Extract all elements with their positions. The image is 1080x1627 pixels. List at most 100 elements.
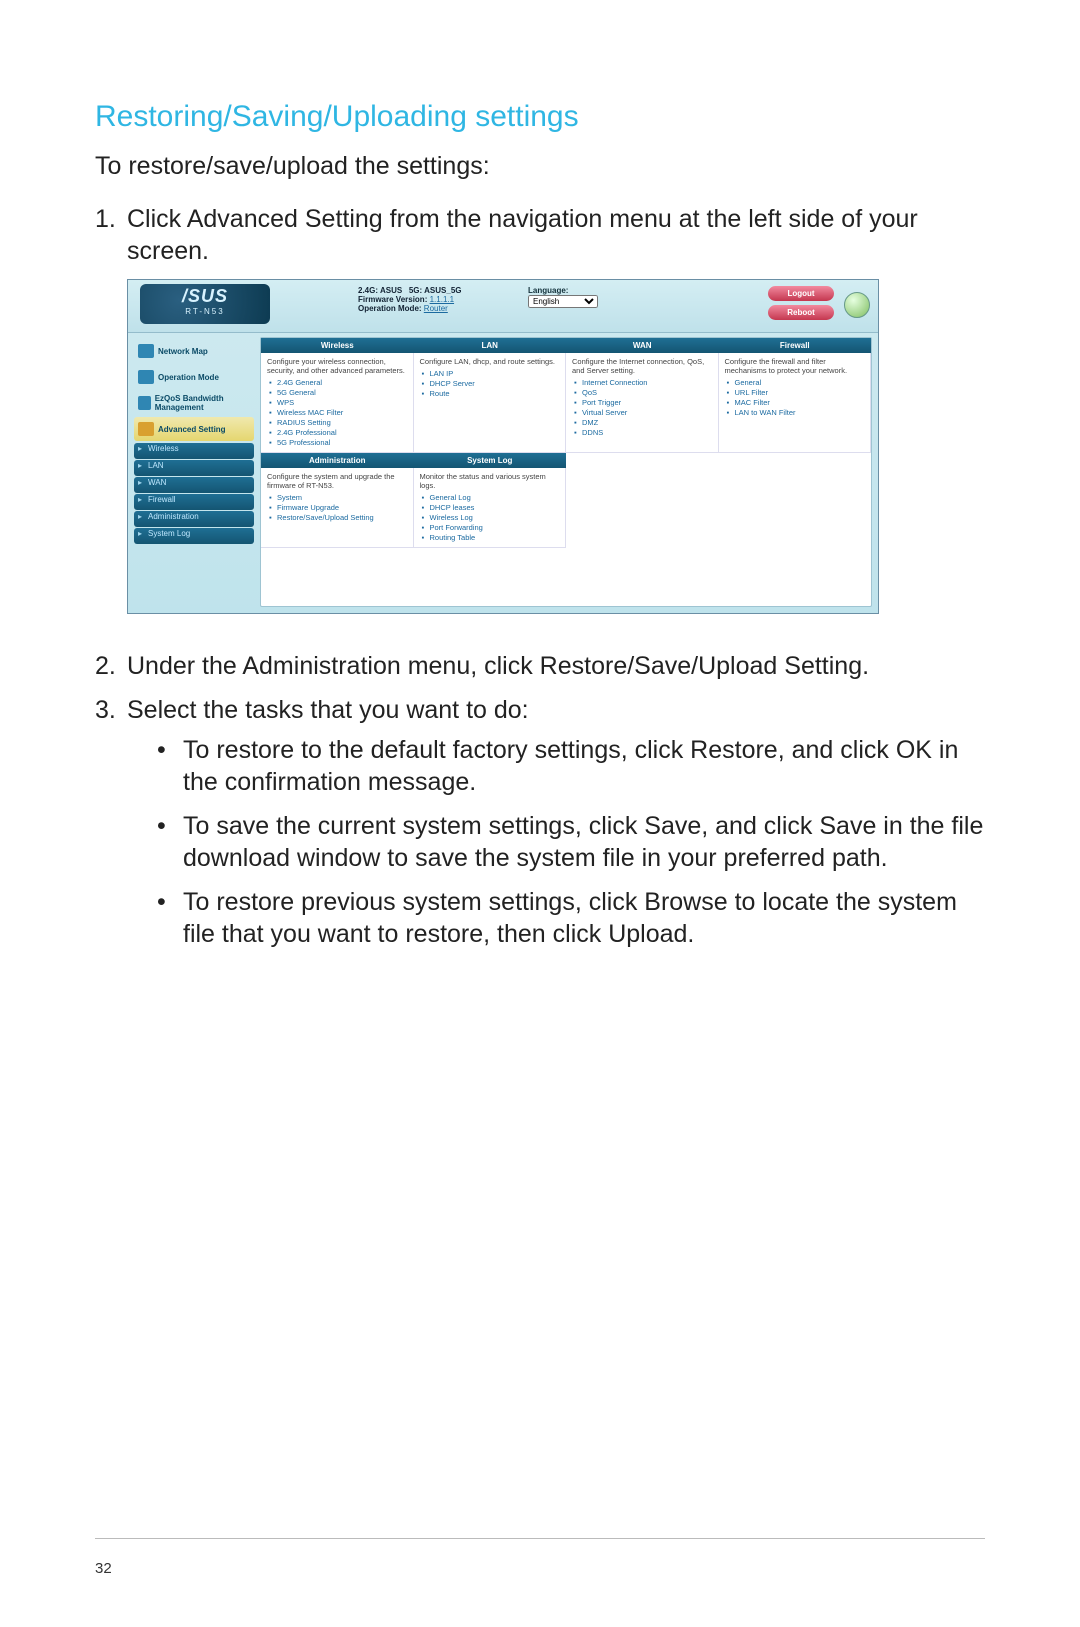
hdr-5g-val: ASUS_5G: [424, 286, 461, 295]
link-item[interactable]: Port Forwarding: [430, 523, 560, 532]
col-admin-head: Administration: [261, 453, 414, 468]
bullet-dot: •: [157, 734, 183, 798]
col-desc: Configure your wireless connection, secu…: [267, 357, 407, 375]
step-number: 3.: [95, 694, 127, 962]
fw-label: Firmware Version:: [358, 295, 427, 304]
link-item[interactable]: Routing Table: [430, 533, 560, 542]
col-syslog-head: System Log: [414, 453, 567, 468]
step-number: 2.: [95, 650, 127, 682]
router-nav: Network Map Operation Mode EzQoS Bandwid…: [128, 333, 260, 613]
col-firewall: Configure the firewall and filter mechan…: [719, 353, 872, 453]
col-wan: Configure the Internet connection, QoS, …: [566, 353, 719, 453]
hdr-5g-label: 5G:: [409, 286, 422, 295]
link-item[interactable]: Virtual Server: [582, 408, 712, 417]
link-item[interactable]: Wireless MAC Filter: [277, 408, 407, 417]
col-syslog: Monitor the status and various system lo…: [414, 468, 567, 548]
nav-label: Network Map: [158, 347, 208, 356]
hdr-24g-val: ASUS: [380, 286, 402, 295]
step-2: Under the Administration menu, click Res…: [127, 650, 985, 682]
link-item[interactable]: General: [735, 378, 865, 387]
lang-label: Language:: [528, 286, 598, 295]
hdr-24g-label: 2.4G:: [358, 286, 378, 295]
link-item[interactable]: 2.4G General: [277, 378, 407, 387]
subnav-firewall[interactable]: Firewall: [134, 494, 254, 510]
nav-network-map[interactable]: Network Map: [134, 339, 254, 363]
col-desc: Configure LAN, dhcp, and route settings.: [420, 357, 560, 366]
brand-text: /SUS: [140, 284, 270, 307]
subnav-wireless[interactable]: Wireless: [134, 443, 254, 459]
step-1: Click Advanced Setting from the navigati…: [127, 203, 985, 267]
col-wan-head: WAN: [566, 338, 719, 353]
nav-label: Advanced Setting: [158, 425, 226, 434]
link-item[interactable]: System: [277, 493, 407, 502]
link-item[interactable]: DMZ: [582, 418, 712, 427]
link-item[interactable]: QoS: [582, 388, 712, 397]
step-3-text: Select the tasks that you want to do:: [127, 696, 529, 724]
link-item[interactable]: Firmware Upgrade: [277, 503, 407, 512]
bullet-dot: •: [157, 886, 183, 950]
qos-icon: [138, 396, 151, 410]
link-item[interactable]: Wireless Log: [430, 513, 560, 522]
subnav-system-log[interactable]: System Log: [134, 528, 254, 544]
link-item[interactable]: Restore/Save/Upload Setting: [277, 513, 407, 522]
footer-rule: [95, 1538, 985, 1539]
link-item[interactable]: RADIUS Setting: [277, 418, 407, 427]
link-item[interactable]: DHCP leases: [430, 503, 560, 512]
col-lan: Configure LAN, dhcp, and route settings.…: [414, 353, 567, 453]
col-desc: Configure the Internet connection, QoS, …: [572, 357, 712, 375]
subnav-administration[interactable]: Administration: [134, 511, 254, 527]
fw-link[interactable]: 1.1.1.1: [430, 295, 454, 304]
link-item[interactable]: Internet Connection: [582, 378, 712, 387]
router-screenshot: /SUS RT-N53 2.4G: ASUS 5G: ASUS_5G Firmw…: [127, 279, 879, 614]
reboot-button[interactable]: Reboot: [768, 305, 834, 320]
logout-button[interactable]: Logout: [768, 286, 834, 301]
link-item[interactable]: LAN IP: [430, 369, 560, 378]
link-item[interactable]: General Log: [430, 493, 560, 502]
mode-icon: [138, 370, 154, 384]
nav-advanced-setting[interactable]: Advanced Setting: [134, 417, 254, 441]
link-item[interactable]: 2.4G Professional: [277, 428, 407, 437]
col-admin: Configure the system and upgrade the fir…: [261, 468, 414, 548]
col-desc: Monitor the status and various system lo…: [420, 472, 560, 490]
subnav-wan[interactable]: WAN: [134, 477, 254, 493]
link-item[interactable]: 5G General: [277, 388, 407, 397]
bullet-b: To save the current system settings, cli…: [183, 810, 985, 874]
col-desc: Configure the firewall and filter mechan…: [725, 357, 865, 375]
model-text: RT-N53: [140, 307, 270, 316]
router-logo: /SUS RT-N53: [140, 284, 270, 324]
op-link[interactable]: Router: [424, 304, 448, 313]
nav-ezqos[interactable]: EzQoS Bandwidth Management: [134, 391, 254, 415]
nav-label: Operation Mode: [158, 373, 219, 382]
router-content: Wireless LAN WAN Firewall Configure your…: [260, 337, 872, 607]
link-item[interactable]: 5G Professional: [277, 438, 407, 447]
link-item[interactable]: MAC Filter: [735, 398, 865, 407]
nav-operation-mode[interactable]: Operation Mode: [134, 365, 254, 389]
col-lan-head: LAN: [414, 338, 567, 353]
link-item[interactable]: DDNS: [582, 428, 712, 437]
section-heading: Restoring/Saving/Uploading settings: [95, 100, 985, 134]
bullet-dot: •: [157, 810, 183, 874]
col-desc: Configure the system and upgrade the fir…: [267, 472, 407, 490]
col-wireless-head: Wireless: [261, 338, 414, 353]
globe-icon: [844, 292, 870, 318]
nav-label: EzQoS Bandwidth Management: [155, 394, 250, 412]
intro-text: To restore/save/upload the settings:: [95, 152, 985, 181]
bullet-a: To restore to the default factory settin…: [183, 734, 985, 798]
link-item[interactable]: LAN to WAN Filter: [735, 408, 865, 417]
link-item[interactable]: WPS: [277, 398, 407, 407]
col-firewall-head: Firewall: [719, 338, 872, 353]
link-item[interactable]: DHCP Server: [430, 379, 560, 388]
bullet-c: To restore previous system settings, cli…: [183, 886, 985, 950]
step-number: 1.: [95, 203, 127, 267]
col-wireless: Configure your wireless connection, secu…: [261, 353, 414, 453]
subnav-lan[interactable]: LAN: [134, 460, 254, 476]
op-label: Operation Mode:: [358, 304, 422, 313]
advanced-icon: [138, 422, 154, 436]
page-number: 32: [95, 1560, 112, 1577]
header-info: 2.4G: ASUS 5G: ASUS_5G Firmware Version:…: [358, 286, 462, 313]
link-item[interactable]: Route: [430, 389, 560, 398]
link-item[interactable]: Port Trigger: [582, 398, 712, 407]
language-select[interactable]: English: [528, 295, 598, 308]
link-item[interactable]: URL Filter: [735, 388, 865, 397]
language-block: Language: English: [528, 286, 598, 308]
